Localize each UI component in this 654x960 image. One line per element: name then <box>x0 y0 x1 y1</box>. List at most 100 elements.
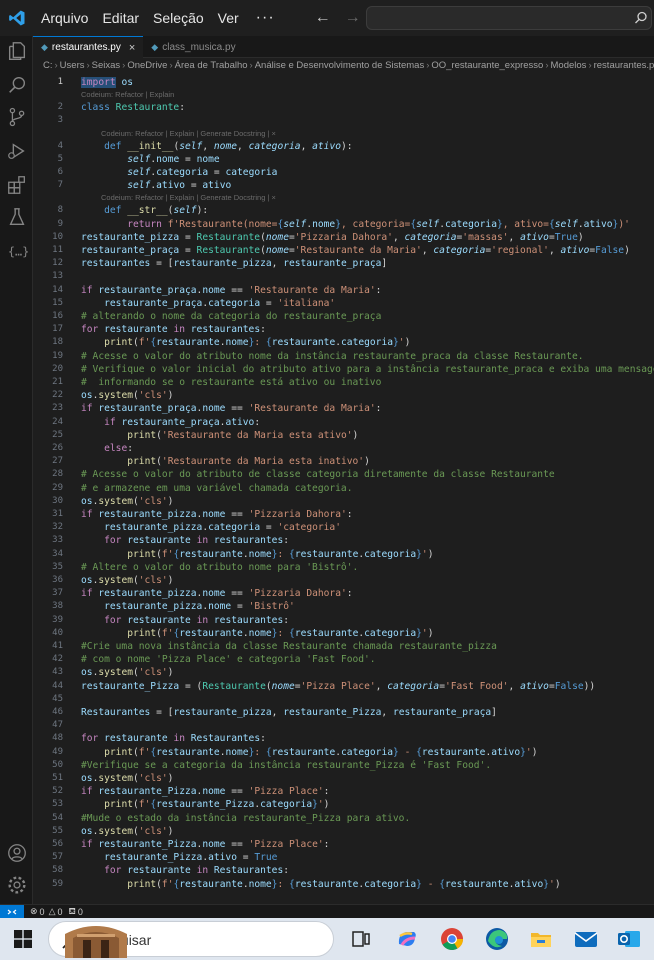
testing-icon[interactable] <box>6 206 28 228</box>
code-line[interactable]: 4 def __init__(self, nome, categoria, at… <box>33 140 654 153</box>
code-line[interactable]: 46 Restaurantes = [restaurante_pizza, res… <box>33 706 654 719</box>
copilot-icon[interactable] <box>394 926 420 952</box>
code-line[interactable]: 36 os.system('cls') <box>33 574 654 587</box>
code-line[interactable]: 12 restaurantes = [restaurante_pizza, res… <box>33 257 654 270</box>
code-line[interactable]: 31 if restaurante_pizza.nome == 'Pizzaria… <box>33 508 654 521</box>
code-line[interactable]: 13 <box>33 270 654 283</box>
code-line[interactable]: 17 for restaurante in restaurantes: <box>33 323 654 336</box>
code-line[interactable]: 5 self.nome = nome <box>33 153 654 166</box>
vscode-logo-icon[interactable] <box>0 0 34 36</box>
code-line[interactable]: 27 print('Restaurante da Maria esta inat… <box>33 455 654 468</box>
breadcrumb-segment[interactable]: Modelos <box>551 60 587 71</box>
code-line[interactable]: 57 restaurante_Pizza.ativo = True <box>33 851 654 864</box>
codeium-codelens[interactable]: Codeium: Refactor | Explain <box>81 90 174 100</box>
code-line[interactable]: 49 print(f'{restaurante.nome}: {restaura… <box>33 746 654 759</box>
code-line[interactable]: 22 os.system('cls') <box>33 389 654 402</box>
menu-ver[interactable]: Ver <box>211 0 246 36</box>
mail-icon[interactable] <box>573 926 599 952</box>
tab-class-musica[interactable]: ◆ class_musica.py <box>143 36 243 58</box>
menu-selecao[interactable]: Seleção <box>146 0 211 36</box>
code-line[interactable]: 6 self.categoria = categoria <box>33 166 654 179</box>
code-line[interactable]: 44 restaurante_Pizza = (Restaurante(nome=… <box>33 680 654 693</box>
code-line[interactable]: 48 for restaurante in Restaurantes: <box>33 732 654 745</box>
code-line[interactable]: 2 class Restaurante: <box>33 101 654 114</box>
code-line[interactable]: 37 if restaurante_pizza.nome == 'Pizzaria… <box>33 587 654 600</box>
code-line[interactable]: 45 <box>33 693 654 706</box>
breadcrumb-segment[interactable]: Seixas <box>92 60 121 71</box>
code-line[interactable]: 30 os.system('cls') <box>33 495 654 508</box>
code-line[interactable]: 43 os.system('cls') <box>33 666 654 679</box>
breadcrumb-segment[interactable]: Área de Trabalho <box>175 60 248 71</box>
more-menu-button[interactable]: ··· <box>246 9 285 27</box>
code-line[interactable]: 42 # com o nome 'Pizza Place' e categoria… <box>33 653 654 666</box>
command-search-input[interactable] <box>366 6 652 30</box>
code-line[interactable]: 51 os.system('cls') <box>33 772 654 785</box>
code-editor[interactable]: 1 import os Codeium: Refactor | Explain 2 cl… <box>33 74 654 904</box>
close-icon[interactable]: × <box>129 42 135 54</box>
codeium-codelens[interactable]: Codeium: Refactor | Explain | Generate D… <box>101 129 276 139</box>
code-line[interactable]: 24 if restaurante_praça.ativo: <box>33 416 654 429</box>
code-line[interactable]: 21 # informando se o restaurante está ati… <box>33 376 654 389</box>
code-line[interactable]: 1 import os <box>33 76 654 89</box>
code-line[interactable]: 26 else: <box>33 442 654 455</box>
code-line[interactable]: 55 os.system('cls') <box>33 825 654 838</box>
code-line[interactable]: 34 print(f'{restaurante.nome}: {restaura… <box>33 548 654 561</box>
extensions-icon[interactable] <box>6 174 28 196</box>
back-arrow-icon[interactable]: ← <box>311 9 335 27</box>
file-explorer-icon[interactable] <box>528 926 554 952</box>
account-icon[interactable] <box>6 842 28 864</box>
code-line[interactable]: 59 print(f'{restaurante.nome}: {restaura… <box>33 878 654 891</box>
windows-start-icon[interactable] <box>14 930 32 948</box>
explorer-icon[interactable] <box>6 40 28 62</box>
taskbar-search-input[interactable]: Pesquisar <box>48 921 334 958</box>
code-line[interactable]: 32 restaurante_pizza.categoria = 'catego… <box>33 521 654 534</box>
settings-gear-icon[interactable] <box>6 874 28 896</box>
menu-editar[interactable]: Editar <box>95 0 146 36</box>
code-line[interactable]: 3 <box>33 114 654 127</box>
code-line[interactable]: 14 if restaurante_praça.nome == 'Restaura… <box>33 284 654 297</box>
code-line[interactable]: 58 for restaurante in Restaurantes: <box>33 864 654 877</box>
menu-arquivo[interactable]: Arquivo <box>34 0 95 36</box>
code-line[interactable]: 40 print(f'{restaurante.nome}: {restaura… <box>33 627 654 640</box>
code-line[interactable]: 9 return f'Restaurante(nome={self.nome},… <box>33 218 654 231</box>
code-line[interactable]: 29 # e armazene em uma variável chamada c… <box>33 482 654 495</box>
outlook-icon[interactable] <box>616 926 642 952</box>
code-line[interactable]: 54 #Mude o estado da instância restaurant… <box>33 812 654 825</box>
code-line[interactable]: 7 self.ativo = ativo <box>33 179 654 192</box>
chrome-icon[interactable] <box>439 926 465 952</box>
code-line[interactable]: 47 <box>33 719 654 732</box>
code-line[interactable]: 16 # alterando o nome da categoria do res… <box>33 310 654 323</box>
breadcrumb-segment[interactable]: Análise e Desenvolvimento de Sistemas <box>255 60 425 71</box>
code-line[interactable]: 33 for restaurante in restaurantes: <box>33 534 654 547</box>
problems-indicator[interactable]: ⊗ 0 △ 0 <box>30 906 63 917</box>
forward-arrow-icon[interactable]: → <box>341 9 365 27</box>
code-line[interactable]: 41 #Crie uma nova instância da classe Res… <box>33 640 654 653</box>
task-view-icon[interactable] <box>348 926 374 952</box>
code-line[interactable]: 20 # Verifique o valor inicial do atribut… <box>33 363 654 376</box>
code-line[interactable]: 35 # Altere o valor do atributo nome para… <box>33 561 654 574</box>
code-line[interactable]: 11 restaurante_praça = Restaurante(nome='… <box>33 244 654 257</box>
breadcrumb-segment[interactable]: C: <box>43 60 53 71</box>
breadcrumb-segment[interactable]: OO_restaurante_expresso <box>431 60 543 71</box>
remote-indicator-icon[interactable] <box>0 904 24 919</box>
code-line[interactable]: 52 if restaurante_Pizza.nome == 'Pizza Pl… <box>33 785 654 798</box>
code-line[interactable]: 50 #Verifique se a categoria da instância… <box>33 759 654 772</box>
source-control-icon[interactable] <box>6 106 28 128</box>
codeium-codelens[interactable]: Codeium: Refactor | Explain | Generate D… <box>101 193 276 203</box>
breadcrumb-segment[interactable]: restaurantes.py <box>594 60 654 71</box>
search-icon[interactable] <box>6 74 28 96</box>
code-line[interactable]: 38 restaurante_pizza.nome = 'Bistrô' <box>33 600 654 613</box>
edge-icon[interactable] <box>484 926 510 952</box>
breadcrumb-segment[interactable]: Users <box>60 60 85 71</box>
code-line[interactable]: 10 restaurante_pizza = Restaurante(nome='… <box>33 231 654 244</box>
code-line[interactable]: 18 print(f'{restaurante.nome}: {restaura… <box>33 336 654 349</box>
tab-restaurantes[interactable]: ◆ restaurantes.py × <box>33 36 144 58</box>
code-line[interactable]: 8 def __str__(self): <box>33 204 654 217</box>
run-debug-icon[interactable] <box>6 140 28 162</box>
code-line[interactable]: 25 print('Restaurante da Maria esta ativ… <box>33 429 654 442</box>
ports-indicator[interactable]: ⛾ 0 <box>69 906 83 918</box>
breadcrumb-segment[interactable]: OneDrive <box>127 60 167 71</box>
code-line[interactable]: 28 # Acesse o valor do atributo de classe… <box>33 468 654 481</box>
code-line[interactable]: 23 if restaurante_praça.nome == 'Restaura… <box>33 402 654 415</box>
code-line[interactable]: 15 restaurante_praça.categoria = 'italia… <box>33 297 654 310</box>
